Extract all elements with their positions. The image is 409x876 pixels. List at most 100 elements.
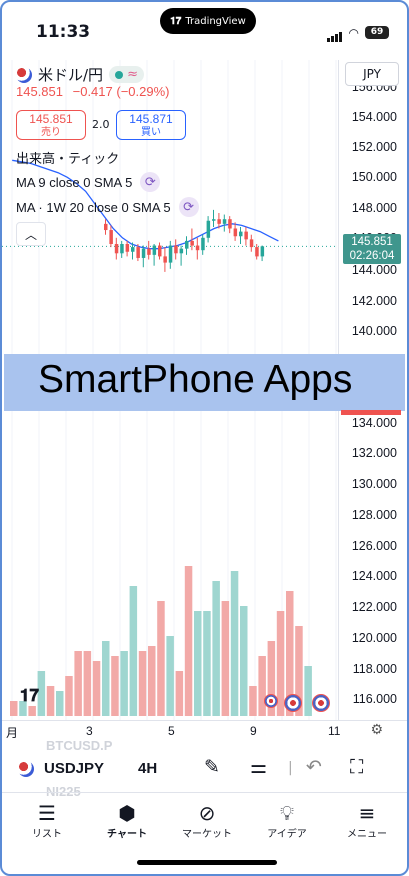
candle-body [195, 245, 200, 251]
price-marker [341, 410, 401, 415]
volume-bar [212, 581, 220, 716]
event-marker[interactable] [312, 694, 330, 712]
nav-label: マーケット [182, 829, 232, 840]
price-change-line: 145.851 −0.417 (−0.29%) [16, 84, 169, 99]
wifi-icon: ◠ [348, 25, 359, 40]
volume-bar [230, 571, 239, 716]
price-tick-label: 122.000 [351, 600, 397, 614]
sell-label: 売り [41, 127, 61, 138]
volume-bar [148, 646, 156, 716]
volume-bar [65, 676, 73, 716]
symbol-header[interactable]: 米ドル/円 ≈ [16, 64, 144, 85]
buy-label: 買い [141, 127, 161, 138]
price-tick-label: 144.000 [351, 263, 397, 277]
buy-button[interactable]: 145.871 買い [116, 110, 186, 140]
candle-body [125, 244, 130, 252]
indicator-volume[interactable]: 出来高・ティック [16, 148, 119, 167]
candle-body [217, 219, 221, 224]
battery-icon: 69 [365, 26, 389, 39]
chart-settings-icon[interactable]: ⚙ [370, 722, 383, 738]
status-bar: 11:33 𝟏𝟕 TradingView ◠ 69 [2, 2, 407, 60]
event-dot-icon [264, 694, 278, 708]
sell-button[interactable]: 145.851 売り [16, 110, 86, 140]
home-indicator[interactable] [137, 860, 277, 865]
chevron-up-icon: ︿ [24, 227, 37, 242]
price-change: −0.417 (−0.29%) [72, 84, 170, 99]
nav-label: リスト [32, 829, 62, 840]
indicator-ma-9[interactable]: MA 9 close 0 SMA 5 ⟳ [16, 172, 161, 192]
volume-bar [249, 686, 257, 716]
event-marker[interactable] [264, 694, 278, 708]
symbol-search-button[interactable]: USDJPY [18, 760, 104, 777]
us-flag-icon [312, 694, 330, 712]
volume-bar [28, 706, 36, 716]
nav-item-list[interactable]: ☰ リスト [12, 801, 82, 840]
candle-body [244, 231, 248, 240]
nav-label: アイデア [267, 829, 307, 840]
volume-bar [92, 661, 101, 716]
indicator-label: MA · 1W 20 close 0 SMA 5 [16, 199, 171, 215]
candle-body [222, 219, 227, 224]
undo-icon[interactable]: ↶ [306, 756, 322, 778]
list-icon: ☰ [38, 801, 56, 825]
last-price-value: 145.851 [351, 236, 393, 248]
event-marker[interactable] [284, 694, 302, 712]
price-tick-label: 154.000 [351, 110, 397, 124]
candle-body [141, 248, 146, 258]
date-label: 9 [250, 724, 257, 738]
sell-price: 145.851 [29, 112, 73, 126]
candle-body [228, 219, 232, 229]
indicator-label: MA 9 close 0 SMA 5 [16, 174, 133, 190]
candle-body [168, 245, 173, 263]
volume-bar [184, 566, 193, 716]
compass-icon: ⊘ [198, 801, 216, 825]
refresh-icon[interactable]: ⟳ [140, 172, 161, 192]
fullscreen-icon[interactable]: ⛶ [350, 756, 363, 778]
nav-item-menu[interactable]: ≡ メニュー [332, 801, 402, 840]
candle-body [147, 248, 151, 255]
volume-bar [138, 651, 147, 716]
interval-button[interactable]: 4H [138, 760, 157, 777]
us-flag-icon [284, 694, 302, 712]
volume-bar [203, 611, 211, 716]
volume-bar [194, 611, 202, 716]
volume-bar [74, 651, 82, 716]
currency-label: JPY [363, 67, 381, 81]
tradingview-watermark-icon: 𝟏𝟕 [20, 686, 39, 706]
indicators-sliders-icon[interactable]: ⚌ [250, 756, 267, 778]
price-tick-label: 130.000 [351, 477, 397, 491]
date-label: 3 [86, 724, 93, 738]
collapse-legend-button[interactable]: ︿ [16, 222, 46, 246]
market-status-toggle[interactable]: ≈ [109, 66, 144, 83]
nav-item-ideas[interactable]: 💡︎ アイデア [252, 801, 322, 840]
volume-bar [102, 641, 110, 716]
dynamic-island: 𝟏𝟕 TradingView [160, 8, 256, 34]
indicator-ma-1w[interactable]: MA · 1W 20 close 0 SMA 5 ⟳ [16, 197, 199, 217]
candle-body [255, 247, 259, 257]
symbol-name: 米ドル/円 [38, 66, 104, 84]
volume-bar [129, 586, 138, 716]
candle-body [131, 247, 135, 252]
refresh-icon[interactable]: ⟳ [178, 197, 199, 217]
candle-body [239, 231, 243, 237]
nav-item-market[interactable]: ⊘ マーケット [172, 801, 242, 840]
volume-bar [221, 601, 230, 716]
status-time: 11:33 [36, 22, 91, 42]
candle-body [104, 223, 108, 231]
price-tick-label: 148.000 [351, 201, 397, 215]
toolbar-interval: 4H [138, 760, 158, 777]
market-open-dot-icon [115, 70, 124, 79]
candle-body [174, 245, 178, 254]
price-tick-label: 142.000 [351, 294, 397, 308]
lightbulb-icon: 💡︎ [280, 801, 294, 825]
volume-bar [111, 656, 119, 716]
drawing-pen-icon[interactable]: ✎ [204, 756, 220, 778]
candle-body [206, 220, 211, 238]
ghost-symbol: BTCUSD.P [46, 738, 113, 753]
candle-body [114, 244, 119, 254]
price-tick-label: 132.000 [351, 446, 397, 460]
menu-icon: ≡ [358, 801, 376, 825]
nav-item-chart[interactable]: ⬢ チャート [92, 801, 162, 840]
price-tick-label: 124.000 [351, 569, 397, 583]
currency-selector[interactable]: JPY [345, 62, 399, 86]
